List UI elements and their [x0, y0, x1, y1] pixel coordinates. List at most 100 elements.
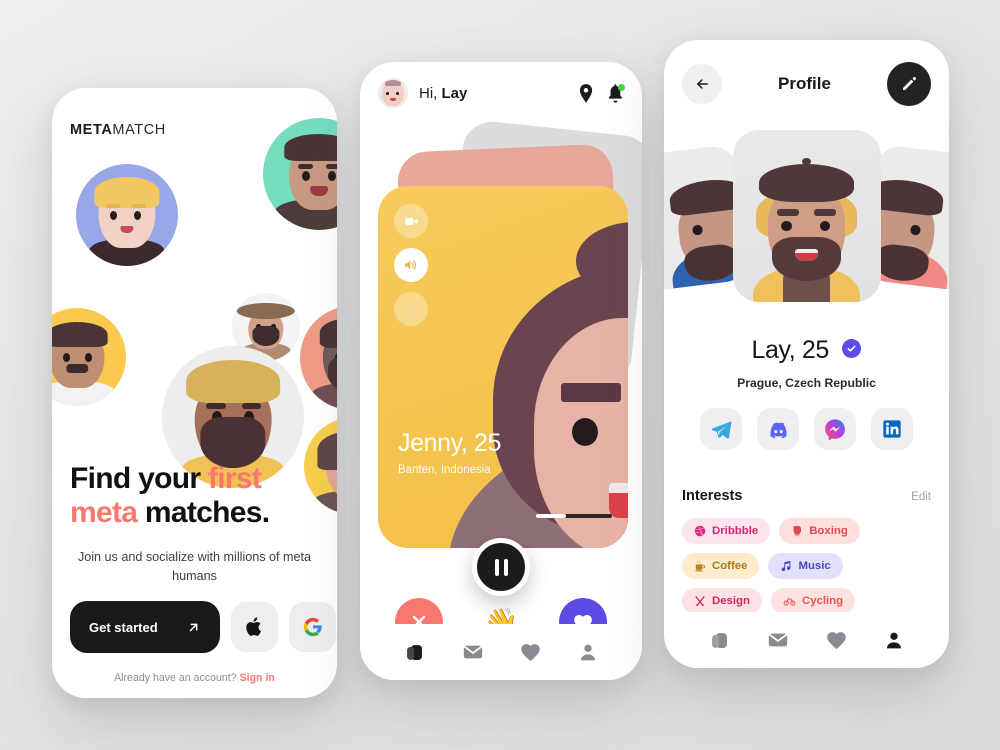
signin-prefix: Already have an account?: [114, 672, 240, 684]
headline-part-1: Find your: [70, 462, 208, 495]
tab-profile[interactable]: [884, 630, 904, 651]
tab-messages[interactable]: [767, 629, 789, 651]
interest-label: Coffee: [712, 560, 748, 572]
profile-age: 25: [801, 336, 829, 364]
greeting: Hi, Lay: [419, 85, 467, 102]
microphone-muted-icon[interactable]: [394, 292, 428, 326]
bicycle-icon: [783, 595, 796, 607]
profile-name: Lay, 25: [664, 336, 949, 365]
get-started-button[interactable]: Get started: [70, 601, 220, 653]
interest-chip[interactable]: Cycling: [770, 588, 856, 614]
avatar-blond-man[interactable]: [76, 164, 178, 266]
edit-profile-button[interactable]: [887, 62, 931, 106]
headline-accent-first: first: [208, 462, 262, 495]
discord-icon: [768, 419, 789, 440]
greeting-prefix: Hi,: [419, 84, 442, 102]
card-name-text: Jenny,: [398, 429, 468, 457]
interests-edit-link[interactable]: Edit: [911, 491, 931, 503]
coffee-cup-icon: [694, 560, 706, 572]
telegram-icon: [711, 419, 732, 440]
bottom-nav-call: [360, 624, 642, 680]
messenger-icon: [824, 418, 846, 440]
avatar-glasses-man[interactable]: [52, 308, 126, 406]
discord-link[interactable]: [757, 408, 799, 450]
bell-icon[interactable]: [607, 83, 625, 103]
messenger-link[interactable]: [814, 408, 856, 450]
back-button[interactable]: [682, 64, 722, 104]
signin-row: Already have an account? Sign in: [52, 672, 337, 684]
card-name: Jenny, 25: [398, 431, 501, 456]
card-info: Jenny, 25 Banten, Indonesia: [398, 431, 501, 477]
phone-call: Hi, Lay Jenny, 25 Banten, Indonesia 👋: [360, 62, 642, 680]
headline-accent-meta: meta: [70, 496, 138, 530]
linkedin-icon: [882, 419, 902, 439]
google-signin-button[interactable]: [289, 602, 336, 652]
card-location: Banten, Indonesia: [398, 464, 491, 476]
profile-name-text: Lay,: [751, 336, 796, 364]
progress-slider[interactable]: [536, 514, 612, 518]
page-title: Find your first meta matches.: [70, 462, 319, 530]
notification-badge: [618, 83, 625, 91]
interest-label: Boxing: [809, 525, 848, 537]
call-header: Hi, Lay: [360, 62, 642, 124]
get-started-label: Get started: [89, 619, 158, 635]
interests-list: Dribbble Boxing Coffee Music Design Cycl…: [682, 518, 931, 614]
card-age: 25: [473, 429, 501, 457]
arrow-up-right-icon: [186, 620, 201, 635]
signin-link[interactable]: Sign in: [240, 672, 275, 684]
linkedin-link[interactable]: [871, 408, 913, 450]
speaker-icon[interactable]: [394, 248, 428, 282]
phone-onboarding: METAMATCH Find your first meta matches. …: [52, 88, 337, 698]
apple-logo-icon: [245, 616, 264, 638]
call-controls: [394, 204, 428, 326]
avatar-beard-man[interactable]: [300, 306, 337, 410]
interest-chip[interactable]: Coffee: [682, 553, 760, 579]
google-logo-icon: [303, 617, 323, 637]
profile-header: Profile: [664, 40, 949, 128]
avatar-cap-man[interactable]: [263, 118, 337, 230]
social-links: [664, 408, 949, 450]
active-profile-card[interactable]: Jenny, 25 Banten, Indonesia: [378, 186, 628, 548]
location-pin-icon[interactable]: [578, 83, 594, 103]
check-badge-icon: [842, 339, 862, 358]
tab-cards[interactable]: [404, 642, 425, 663]
interest-chip[interactable]: Music: [768, 553, 843, 579]
interest-chip[interactable]: Boxing: [779, 518, 860, 544]
page-subtitle: Join us and socialize with millions of m…: [77, 550, 312, 583]
page-title: Profile: [778, 74, 831, 93]
avatar-collage: [52, 88, 337, 514]
pencil-icon: [900, 75, 918, 93]
tab-profile[interactable]: [578, 642, 598, 663]
interest-label: Music: [798, 560, 831, 572]
tab-likes[interactable]: [520, 642, 541, 662]
profile-photo-carousel: [664, 126, 949, 316]
cta-row: Get started: [70, 601, 336, 653]
interest-chip[interactable]: Dribbble: [682, 518, 771, 544]
interests-title: Interests: [682, 488, 743, 504]
tab-likes[interactable]: [826, 630, 847, 650]
greeting-name: Lay: [441, 84, 468, 102]
video-camera-icon[interactable]: [394, 204, 428, 238]
tab-messages[interactable]: [462, 641, 484, 663]
profile-photo-main[interactable]: [732, 130, 881, 302]
interest-label: Dribbble: [712, 525, 759, 537]
header-actions: [578, 83, 625, 103]
phone-profile: Profile Lay, 25 Prague, Czech Republic I…: [664, 40, 949, 668]
headline-part-2: matches.: [137, 496, 270, 530]
dribbble-icon: [694, 525, 706, 537]
music-note-icon: [780, 560, 792, 572]
profile-location: Prague, Czech Republic: [737, 376, 876, 390]
boxing-glove-icon: [791, 525, 803, 537]
interest-chip[interactable]: Design: [682, 588, 762, 614]
user-avatar[interactable]: [378, 78, 408, 108]
bottom-nav-profile: [664, 612, 949, 668]
interest-label: Design: [712, 595, 750, 607]
tab-cards[interactable]: [709, 630, 730, 651]
pause-icon[interactable]: [472, 538, 530, 596]
telegram-link[interactable]: [700, 408, 742, 450]
design-tools-icon: [694, 595, 706, 607]
interest-label: Cycling: [801, 595, 844, 607]
apple-signin-button[interactable]: [231, 602, 278, 652]
interests-header: Interests Edit: [682, 488, 931, 504]
card-deck: Jenny, 25 Banten, Indonesia: [360, 110, 642, 580]
